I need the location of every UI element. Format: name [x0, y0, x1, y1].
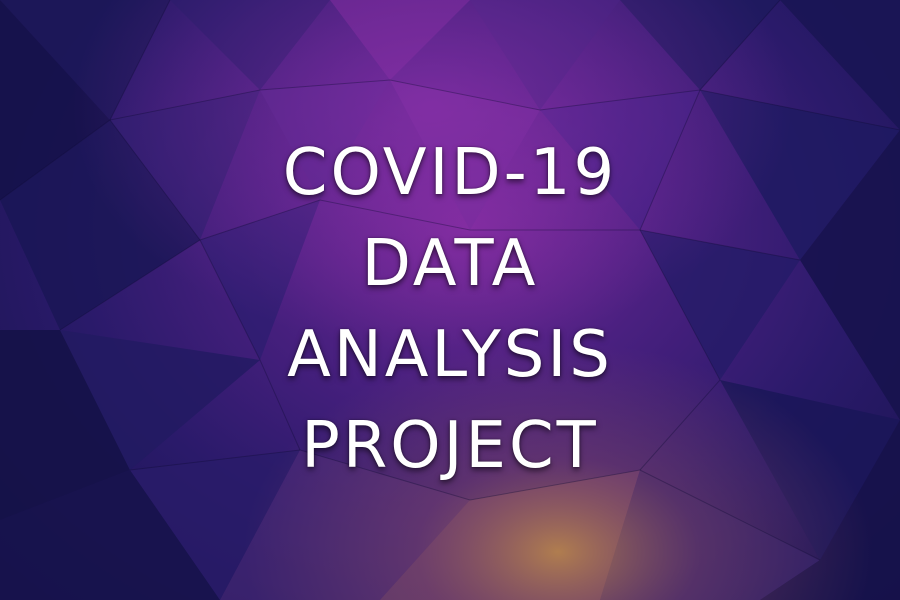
title-line-4: PROJECT	[301, 409, 599, 483]
title-line-3: ANALYSIS	[287, 318, 613, 392]
title-line-2: DATA	[361, 227, 539, 301]
project-title: COVID-19 DATA ANALYSIS PROJECT	[0, 128, 900, 492]
banner-canvas: COVID-19 DATA ANALYSIS PROJECT	[0, 0, 900, 600]
title-line-1: COVID-19	[282, 136, 618, 210]
